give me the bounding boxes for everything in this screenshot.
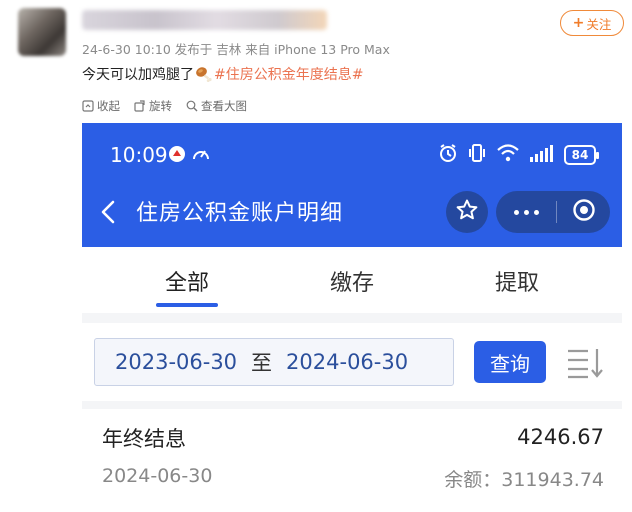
date-separator: 至 — [251, 351, 273, 375]
follow-label: 关注 — [586, 16, 612, 32]
avatar[interactable] — [18, 8, 66, 56]
mini-program-capsule — [496, 191, 610, 233]
tab-all[interactable]: 全部 — [137, 265, 237, 297]
hashtag-link[interactable]: #住房公积金年度结息# — [214, 64, 363, 84]
tab-bar: 全部 缴存 提取 — [82, 247, 622, 313]
date-from[interactable]: 2023-06-30 — [115, 350, 237, 374]
target-icon — [572, 198, 596, 226]
battery-level: 84 — [571, 148, 589, 162]
speed-icon — [191, 145, 211, 167]
post-text-main: 今天可以加鸡腿了 — [82, 67, 194, 83]
collapse-icon — [82, 100, 94, 112]
post-image[interactable]: 10:09 84 住房公积金账户明细 全部 缴存 提取 2023-06-30 至… — [82, 123, 622, 512]
status-right-icons: 84 — [438, 143, 599, 167]
username-blurred[interactable] — [82, 10, 327, 30]
active-tab-indicator — [156, 303, 218, 307]
drumstick-emoji — [195, 66, 213, 82]
app-header: 10:09 84 住房公积金账户明细 — [82, 123, 622, 247]
rotate-icon — [134, 100, 146, 112]
image-toolbar: 收起 旋转 查看大图 — [82, 98, 247, 114]
page-title: 住房公积金账户明细 — [136, 201, 344, 226]
status-time: 10:09 — [110, 143, 168, 167]
collapse-label: 收起 — [97, 99, 120, 113]
more-dot-icon — [513, 209, 519, 215]
vibrate-icon — [467, 143, 487, 167]
view-large-button[interactable]: 查看大图 — [186, 98, 247, 114]
zoom-icon — [186, 100, 198, 112]
back-icon[interactable] — [98, 199, 120, 229]
more-button[interactable] — [496, 209, 556, 215]
follow-button[interactable]: + 关注 — [560, 10, 624, 36]
collapse-button[interactable]: 收起 — [82, 98, 120, 114]
favorite-button[interactable] — [446, 191, 488, 233]
view-large-label: 查看大图 — [201, 99, 247, 113]
query-button[interactable]: 查询 — [474, 341, 546, 383]
tab-withdraw[interactable]: 提取 — [467, 265, 567, 297]
record-title: 年终结息 — [102, 427, 186, 451]
wifi-icon — [496, 143, 520, 167]
date-to[interactable]: 2024-06-30 — [286, 350, 408, 374]
post-text: 今天可以加鸡腿了 #住房公积金年度结息# — [82, 64, 363, 84]
record-balance: 余额：311943.74 — [444, 469, 604, 491]
rotate-button[interactable]: 旋转 — [134, 98, 172, 114]
sort-icon[interactable] — [566, 345, 604, 383]
date-range-input[interactable]: 2023-06-30 至 2024-06-30 — [94, 338, 454, 386]
alarm-icon — [438, 143, 458, 167]
status-left-icons — [168, 145, 211, 167]
date-filter: 2023-06-30 至 2024-06-30 查询 — [82, 323, 622, 401]
tab-deposit[interactable]: 缴存 — [302, 265, 402, 297]
record-item[interactable]: 年终结息 4246.67 2024-06-30 余额：311943.74 — [82, 409, 622, 512]
more-dot-icon — [523, 209, 529, 215]
more-dot-icon — [533, 209, 539, 215]
vpn-icon — [168, 145, 186, 167]
record-amount: 4246.67 — [517, 425, 604, 449]
record-date: 2024-06-30 — [102, 465, 213, 487]
signal-icon — [529, 143, 555, 167]
post-meta: 24-6-30 10:10 发布于 吉林 来自 iPhone 13 Pro Ma… — [82, 42, 390, 57]
star-icon — [455, 198, 479, 226]
close-mini-program-button[interactable] — [557, 198, 610, 226]
rotate-label: 旋转 — [149, 99, 172, 113]
plus-icon: + — [572, 15, 585, 31]
battery-icon: 84 — [564, 145, 599, 165]
